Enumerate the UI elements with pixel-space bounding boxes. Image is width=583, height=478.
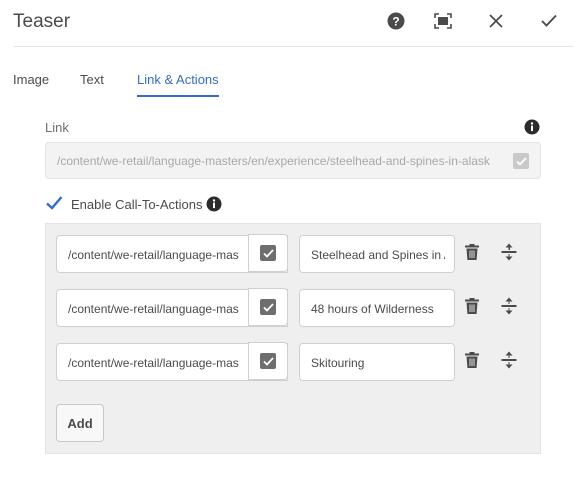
- done-icon: [541, 14, 557, 32]
- cta-link-value: /content/we-retail/language-mas: [68, 248, 239, 262]
- cta-multifield: /content/we-retail/language-mas Steelhea…: [45, 223, 541, 454]
- reorder-row-handle[interactable]: [500, 351, 518, 374]
- reorder-row-handle[interactable]: [500, 297, 518, 320]
- cta-row: /content/we-retail/language-mas Skitouri…: [56, 342, 536, 381]
- help-icon: ?: [387, 12, 405, 35]
- help-button[interactable]: ?: [385, 12, 407, 34]
- cta-text-value: 48 hours of Wilderness: [311, 302, 434, 316]
- dialog-header: Teaser ?: [0, 0, 583, 48]
- dialog-title: Teaser: [13, 11, 71, 32]
- drag-handle-icon: [501, 351, 517, 374]
- tab-image[interactable]: Image: [13, 72, 49, 87]
- cta-link-picker-button[interactable]: [248, 234, 288, 272]
- tab-list: Image Text Link & Actions: [0, 64, 583, 104]
- add-cta-button[interactable]: Add: [56, 404, 104, 442]
- close-icon: [489, 13, 503, 33]
- enable-cta-checkbox[interactable]: [45, 194, 63, 212]
- link-value: /content/we-retail/language-masters/en/e…: [57, 154, 490, 168]
- fullscreen-icon: [434, 12, 452, 34]
- drag-handle-icon: [501, 243, 517, 266]
- tab-link-actions[interactable]: Link & Actions: [137, 72, 219, 97]
- fullscreen-button[interactable]: [432, 12, 454, 34]
- reorder-row-handle[interactable]: [500, 243, 518, 266]
- cta-text-value: Skitouring: [311, 356, 365, 370]
- enable-cta-label: Enable Call-To-Actions: [71, 197, 203, 212]
- cta-text-field[interactable]: Steelhead and Spines in Ala: [299, 235, 455, 273]
- svg-text:?: ?: [392, 14, 399, 28]
- done-button[interactable]: [538, 12, 560, 34]
- header-divider: [13, 46, 573, 47]
- delete-row-button[interactable]: [463, 243, 481, 265]
- delete-row-button[interactable]: [463, 297, 481, 319]
- cta-row: /content/we-retail/language-mas 48 hours…: [56, 288, 536, 327]
- cta-link-picker-button[interactable]: [248, 342, 288, 380]
- cta-text-value: Steelhead and Spines in Ala: [311, 248, 445, 262]
- link-checkbox: [513, 153, 529, 169]
- cta-info-icon[interactable]: [206, 196, 222, 212]
- cta-link-value: /content/we-retail/language-mas: [68, 356, 239, 370]
- close-button[interactable]: [485, 12, 507, 34]
- link-field[interactable]: /content/we-retail/language-masters/en/e…: [45, 142, 541, 179]
- cta-text-field[interactable]: Skitouring: [299, 343, 455, 381]
- cta-link-value: /content/we-retail/language-mas: [68, 302, 239, 316]
- drag-handle-icon: [501, 297, 517, 320]
- link-info-icon[interactable]: [524, 119, 540, 135]
- trash-icon: [465, 297, 479, 319]
- trash-icon: [465, 351, 479, 373]
- tab-text[interactable]: Text: [80, 72, 104, 87]
- cta-link-picker-button[interactable]: [248, 288, 288, 326]
- cta-row: /content/we-retail/language-mas Steelhea…: [56, 234, 536, 273]
- link-label: Link: [45, 120, 69, 135]
- check-icon: [260, 245, 276, 261]
- cta-text-field[interactable]: 48 hours of Wilderness: [299, 289, 455, 327]
- active-tab-indicator: [137, 95, 219, 97]
- delete-row-button[interactable]: [463, 351, 481, 373]
- check-icon: [260, 353, 276, 369]
- trash-icon: [465, 243, 479, 265]
- check-icon: [260, 299, 276, 315]
